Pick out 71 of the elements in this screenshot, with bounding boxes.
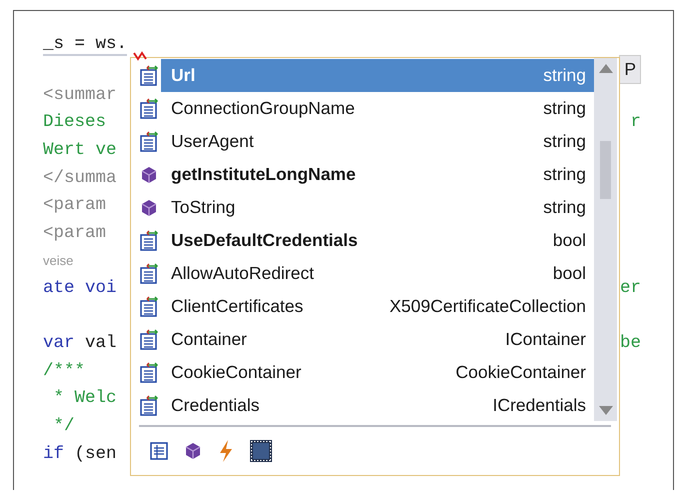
completion-item[interactable]: getInstituteLongName string [131, 158, 594, 191]
item-name: Credentials [170, 395, 261, 416]
completion-item[interactable]: Credentials ICredentials [131, 389, 594, 422]
completion-item[interactable]: UserAgent string [131, 125, 594, 158]
code-text: Wert ve [43, 140, 117, 160]
item-name: AllowAutoRedirect [170, 263, 315, 284]
completion-item[interactable]: ClientCertificates X509CertificateCollection [131, 290, 594, 323]
item-name: UseDefaultCredentials [170, 230, 359, 251]
item-name: Container [170, 329, 248, 350]
item-name: CookieContainer [170, 362, 302, 383]
item-type: bool [552, 263, 586, 284]
completion-item[interactable]: Container IContainer [131, 323, 594, 356]
completion-item[interactable]: AllowAutoRedirect bool [131, 257, 594, 290]
code-text: <summar [43, 84, 117, 105]
item-type: CookieContainer [456, 362, 586, 383]
code-text: er [620, 278, 641, 298]
cube-icon [139, 164, 159, 184]
item-type: string [543, 197, 586, 218]
scroll-down-icon[interactable] [598, 406, 612, 415]
code-text: <param [43, 195, 106, 216]
item-name: ClientCertificates [170, 296, 304, 317]
item-type: string [543, 131, 586, 152]
scroll-up-icon[interactable] [598, 64, 612, 73]
item-type: X509CertificateCollection [390, 296, 586, 317]
code-text: * Welc [52, 388, 117, 408]
property-icon [139, 130, 161, 152]
item-type: string [543, 164, 586, 185]
code-text: </summa [43, 168, 117, 188]
completion-item[interactable]: ToString string [131, 191, 594, 224]
completion-item[interactable]: CookieContainer CookieContainer [131, 356, 594, 389]
item-name: Url [170, 65, 196, 86]
item-name: getInstituteLongName [170, 164, 357, 185]
tab-label[interactable]: P [619, 54, 641, 84]
property-icon [139, 230, 161, 252]
code-text: if [43, 444, 64, 464]
property-icon [139, 262, 161, 284]
completion-item[interactable]: UseDefaultCredentials bool [131, 224, 594, 257]
cube-icon [139, 198, 159, 218]
lightning-icon[interactable] [217, 439, 235, 463]
code-text: Dieses [43, 112, 106, 132]
code-text: veise [43, 252, 74, 268]
item-type: IContainer [505, 329, 586, 350]
item-name: UserAgent [170, 131, 255, 152]
item-type: ICredentials [492, 395, 586, 416]
item-name: ToString [170, 197, 236, 218]
film-icon[interactable] [249, 439, 273, 463]
property-icon [139, 64, 161, 86]
code-text: r [630, 112, 641, 132]
code-text: be [620, 333, 641, 354]
list-icon[interactable] [149, 441, 169, 461]
completion-item[interactable]: ConnectionGroupName string [131, 92, 594, 125]
item-name: ConnectionGroupName [170, 98, 356, 119]
item-type: string [543, 65, 586, 86]
item-type: bool [552, 230, 586, 251]
property-icon [139, 296, 161, 318]
code-text: val [84, 333, 117, 354]
code-text: (sen [74, 444, 117, 464]
property-icon [139, 328, 161, 350]
code-text: */ [52, 416, 75, 436]
code-text: ate voi [43, 278, 117, 298]
property-icon [139, 362, 161, 384]
scrollbar[interactable] [594, 58, 617, 421]
code-text: _s = ws. [43, 34, 128, 56]
code-text: /*** [43, 360, 86, 381]
code-text: <param [43, 222, 106, 243]
code-text: var [43, 333, 75, 354]
cube-icon [183, 441, 203, 461]
property-icon [139, 394, 161, 416]
property-icon [139, 98, 161, 120]
scroll-thumb[interactable] [600, 140, 611, 198]
item-type: string [543, 98, 586, 119]
